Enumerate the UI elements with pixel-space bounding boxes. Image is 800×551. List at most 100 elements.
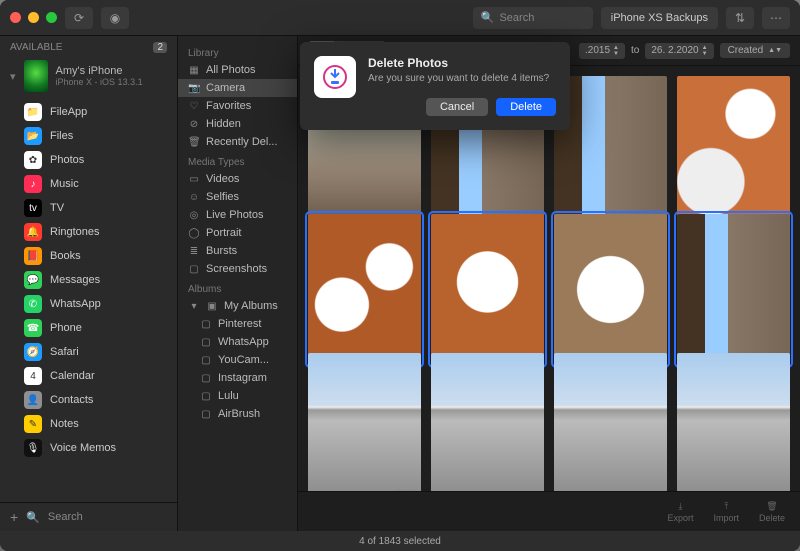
photo-thumb-selected[interactable] (554, 214, 667, 365)
minimize-window[interactable] (28, 12, 39, 23)
date-to-field[interactable]: 26. 2.2020 ▲▼ (645, 43, 713, 59)
trash-icon: 🗑 (766, 501, 777, 512)
app-icon: 📕 (24, 247, 42, 265)
device-row[interactable]: ▾ Amy's iPhone iPhone X - iOS 13.3.1 (0, 56, 177, 96)
search-icon: 🔍 (481, 11, 495, 24)
nav-item-voice-memos[interactable]: 🎙Voice Memos (0, 436, 177, 460)
photo-thumb[interactable] (677, 76, 790, 227)
app-icon: 👤 (24, 391, 42, 409)
nav-item-calendar[interactable]: 4Calendar (0, 364, 177, 388)
nav-label: TV (50, 202, 64, 214)
toolbar-search[interactable]: 🔍 Search (473, 7, 593, 29)
item-icon: ▢ (200, 337, 212, 348)
import-button[interactable]: ⤒ Import (713, 501, 739, 523)
nav-item-fileapp[interactable]: 📁FileApp (0, 100, 177, 124)
nav-item-files[interactable]: 📂Files (0, 124, 177, 148)
dialog-title: Delete Photos (368, 56, 556, 70)
delete-dialog: Delete Photos Are you sure you want to d… (300, 42, 570, 130)
library-item[interactable]: 📷Camera (178, 79, 297, 97)
item-label: Bursts (206, 245, 237, 257)
album-item[interactable]: ▢ AirBrush (178, 405, 297, 423)
nav-item-books[interactable]: 📕 Books (0, 244, 177, 268)
zoom-window[interactable] (46, 12, 57, 23)
album-item[interactable]: ▢Instagram (178, 369, 297, 387)
nav-label: Music (50, 178, 79, 190)
photo-thumb-selected[interactable] (677, 214, 790, 365)
nav-label: Calendar (50, 370, 95, 382)
nav-item-tv[interactable]: tvTV (0, 196, 177, 220)
nav-item-contacts[interactable]: 👤Contacts (0, 388, 177, 412)
photo-thumb-selected[interactable] (308, 214, 421, 365)
stepper-icon[interactable]: ▲▼ (613, 45, 619, 57)
quicklook-button[interactable]: ◉ (101, 7, 129, 29)
nav-label: Books (50, 250, 81, 262)
nav-label: Messages (50, 274, 100, 286)
album-item[interactable]: ▢Lulu (178, 387, 297, 405)
nav-item-messages[interactable]: 💬Messages (0, 268, 177, 292)
content-footer: ⤓ Export ⤒ Import 🗑 Delete (298, 491, 800, 531)
confirm-delete-button[interactable]: Delete (496, 98, 556, 116)
stepper-icon[interactable]: ▲▼ (702, 45, 708, 57)
media-type-item[interactable]: ▢Screenshots (178, 260, 297, 278)
item-icon: ▢ (200, 409, 212, 420)
item-label: Favorites (206, 100, 251, 112)
item-label: AirBrush (218, 408, 260, 420)
footer-search[interactable]: Search (48, 511, 83, 523)
media-type-item[interactable]: ◎Live Photos (178, 206, 297, 224)
window-controls (10, 12, 57, 23)
media-type-item[interactable]: ▭ Videos (178, 170, 297, 188)
photo-thumb[interactable] (431, 353, 544, 491)
disclosure-icon: ▾ (10, 70, 16, 83)
my-albums[interactable]: ▾ ▣ My Albums (178, 297, 297, 315)
app-icon: 🎙 (24, 439, 42, 457)
date-from-field[interactable]: .2015 ▲▼ (579, 43, 625, 59)
item-icon: ▭ (188, 174, 200, 185)
media-type-item[interactable]: ◯Portrait (178, 224, 297, 242)
refresh-button[interactable]: ⟳ (65, 7, 93, 29)
item-label: Videos (206, 173, 239, 185)
add-button[interactable]: + (10, 509, 18, 525)
folder-icon: ▣ (206, 301, 218, 312)
album-item[interactable]: ▢YouCam... (178, 351, 297, 369)
item-label: Pinterest (218, 318, 261, 330)
nav-item-music[interactable]: ♪Music (0, 172, 177, 196)
status-bar: 4 of 1843 selected (0, 531, 800, 551)
video-thumb[interactable]: 00:13 (308, 353, 421, 491)
photo-thumb[interactable] (554, 353, 667, 491)
device-selector[interactable]: iPhone XS Backups (601, 7, 718, 29)
nav-label: FileApp (50, 106, 87, 118)
nav-item-notes[interactable]: ✎Notes (0, 412, 177, 436)
cancel-button[interactable]: Cancel (426, 98, 488, 116)
nav-label: Notes (50, 418, 79, 430)
more-button[interactable]: ⋯ (762, 7, 790, 29)
delete-button[interactable]: 🗑 Delete (759, 501, 785, 523)
nav-label: Ringtones (50, 226, 100, 238)
item-label: Camera (206, 82, 245, 94)
import-icon: ⤒ (724, 501, 728, 512)
item-icon: ≣ (188, 246, 200, 257)
media-type-item[interactable]: ☺Selfies (178, 188, 297, 206)
album-item[interactable]: ▢WhatsApp (178, 333, 297, 351)
photo-thumb[interactable] (554, 76, 667, 227)
sort-dropdown[interactable]: Created ▲▼ (720, 43, 790, 58)
library-item[interactable]: ⊘Hidden (178, 115, 297, 133)
nav-item-whatsapp[interactable]: ✆WhatsApp (0, 292, 177, 316)
nav-item-ringtones[interactable]: 🔔Ringtones (0, 220, 177, 244)
nav-item-safari[interactable]: 🧭Safari (0, 340, 177, 364)
date-from-value: .2015 (585, 45, 610, 56)
settings-button[interactable]: ⇅ (726, 7, 754, 29)
sidebar-header-label: AVAILABLE (10, 42, 62, 53)
device-subtitle: iPhone X - iOS 13.3.1 (56, 77, 143, 87)
album-item[interactable]: ▢Pinterest (178, 315, 297, 333)
photo-thumb[interactable] (677, 353, 790, 491)
library-item[interactable]: 🗑Recently Del... (178, 133, 297, 151)
item-label: Portrait (206, 227, 241, 239)
nav-item-photos[interactable]: ✿Photos (0, 148, 177, 172)
photo-thumb-selected[interactable] (431, 214, 544, 365)
library-item[interactable]: ♡Favorites (178, 97, 297, 115)
export-button[interactable]: ⤓ Export (667, 501, 693, 523)
media-type-item[interactable]: ≣ Bursts (178, 242, 297, 260)
close-window[interactable] (10, 12, 21, 23)
nav-item-phone[interactable]: ☎Phone (0, 316, 177, 340)
library-item[interactable]: ▦All Photos (178, 61, 297, 79)
